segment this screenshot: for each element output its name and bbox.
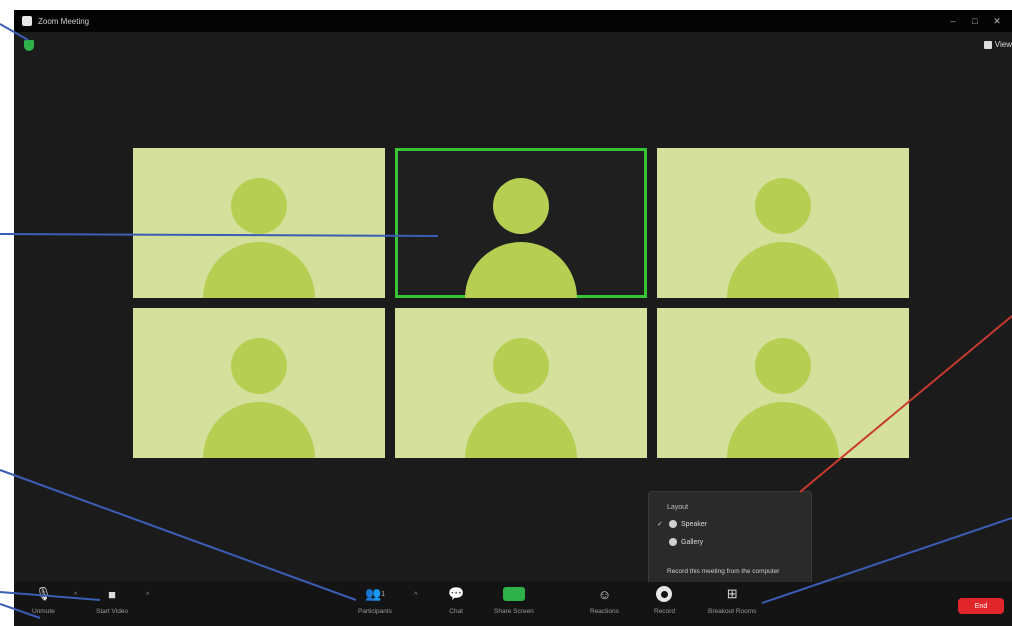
callout-line-video — [0, 591, 101, 601]
callout-line-security — [0, 23, 29, 41]
callout-line-active-speaker — [0, 233, 439, 237]
callout-line-layout-menu — [799, 315, 1012, 493]
callout-line-breakout — [761, 517, 1012, 604]
callout-line-unmute — [0, 603, 41, 619]
annotation-callout-lines — [0, 23, 1012, 619]
callout-line-participants — [0, 469, 357, 601]
